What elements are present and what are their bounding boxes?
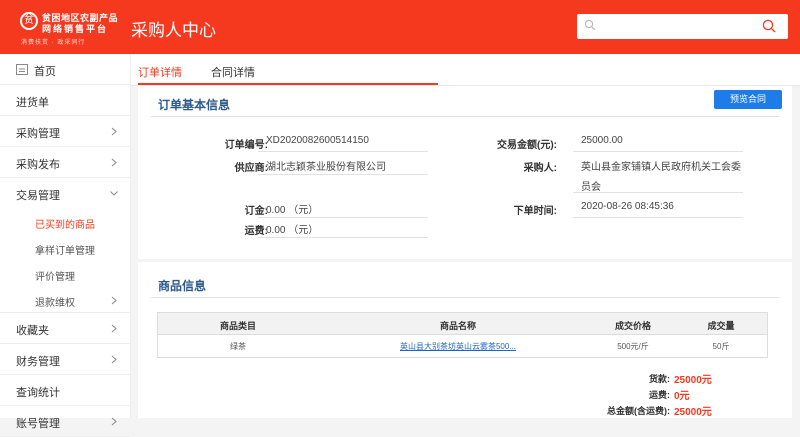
grand-total-label: 总金额(含运费): bbox=[607, 406, 670, 416]
search-icon bbox=[584, 19, 596, 31]
field-underline bbox=[258, 217, 428, 218]
shipping-total-value: 0元 bbox=[674, 391, 690, 402]
section-title: 商品信息 bbox=[158, 279, 207, 293]
tab-contract-detail[interactable]: 合同详情 bbox=[211, 64, 255, 80]
column-header-quantity: 成交量 bbox=[707, 321, 735, 331]
active-tab-indicator bbox=[138, 83, 438, 85]
sidebar-item-label: 查询统计 bbox=[16, 387, 60, 399]
grand-total-value: 25000元 bbox=[674, 407, 712, 418]
buyer-value-line1: 英山县金家铺镇人民政府机关工会委 bbox=[581, 162, 741, 173]
shipping-value: 0.00 （元） bbox=[266, 225, 319, 236]
supplier-label: 供应商: bbox=[234, 163, 268, 174]
search-icon bbox=[762, 19, 776, 33]
chevron-right-icon bbox=[111, 296, 117, 305]
divider bbox=[151, 116, 779, 117]
goods-subtotal-value: 25000元 bbox=[674, 375, 712, 386]
page-title: 采购人中心 bbox=[131, 21, 216, 40]
column-header-name: 商品名称 bbox=[439, 321, 476, 331]
chevron-right-icon bbox=[111, 417, 117, 426]
sidebar-subitem-refunds[interactable]: 退款维权 bbox=[0, 287, 130, 313]
sidebar-item-label: 采购管理 bbox=[16, 128, 60, 140]
field-underline bbox=[258, 237, 428, 238]
sidebar-item-purchase-publish[interactable]: 采购发布 bbox=[0, 147, 130, 178]
platform-logo-icon[interactable]: 贫 bbox=[20, 12, 38, 30]
amount-value: 25000.00 bbox=[581, 135, 623, 146]
deposit-label: 订金: bbox=[244, 206, 268, 217]
field-underline bbox=[258, 174, 428, 175]
cell-category: 绿茶 bbox=[230, 342, 246, 351]
sidebar-item-label: 退款维权 bbox=[35, 298, 75, 309]
chevron-down-icon bbox=[110, 191, 118, 196]
logo-text-line2[interactable]: 网络销售平台 bbox=[42, 22, 108, 35]
deposit-value: 0.00 （元） bbox=[266, 205, 319, 216]
field-underline bbox=[573, 192, 743, 193]
sidebar-item-label: 首页 bbox=[34, 66, 56, 78]
sidebar: 首页 进货单 采购管理 采购发布 交易管理 已买到的商品 拿样订单管理 评价管理… bbox=[0, 54, 131, 437]
sidebar-subitem-bought[interactable]: 已买到的商品 bbox=[0, 209, 130, 235]
sidebar-item-inbound[interactable]: 进货单 bbox=[0, 85, 130, 116]
sidebar-item-label: 进货单 bbox=[16, 97, 49, 109]
sidebar-item-home[interactable]: 首页 bbox=[0, 54, 130, 85]
sidebar-item-statistics[interactable]: 查询统计 bbox=[0, 375, 130, 406]
order-time-label: 下单时间: bbox=[513, 206, 557, 217]
top-header: 贫 贫困地区农副产品 网络销售平台 消费扶贫 · 政采同行 采购人中心 bbox=[0, 0, 800, 54]
order-number-label: 订单编号: bbox=[224, 140, 268, 151]
sidebar-item-account[interactable]: 账号管理 bbox=[0, 406, 130, 437]
chevron-right-icon bbox=[111, 158, 117, 167]
chevron-right-icon bbox=[111, 324, 117, 333]
buyer-label: 采购人: bbox=[523, 163, 557, 174]
divider bbox=[151, 297, 779, 298]
field-underline bbox=[573, 217, 743, 218]
column-header-category: 商品类目 bbox=[219, 321, 256, 331]
sidebar-item-label: 拿样订单管理 bbox=[35, 246, 95, 257]
cell-price: 500元/斤 bbox=[617, 342, 649, 351]
table-row: 绿茶 英山县大别茶坊英山云雾茶500... 500元/斤 50斤 bbox=[158, 335, 767, 357]
table-header: 商品类目 商品名称 成交价格 成交量 bbox=[158, 313, 767, 335]
product-name-link[interactable]: 英山县大别茶坊英山云雾茶500... bbox=[358, 341, 558, 352]
search-input[interactable] bbox=[601, 16, 751, 37]
sidebar-item-label: 账号管理 bbox=[16, 418, 60, 430]
sidebar-item-label: 已买到的商品 bbox=[35, 220, 95, 231]
sidebar-item-label: 交易管理 bbox=[16, 190, 60, 202]
sidebar-item-finance[interactable]: 财务管理 bbox=[0, 344, 130, 375]
goods-subtotal-label: 货款: bbox=[649, 374, 670, 384]
shipping-label: 运费: bbox=[244, 226, 268, 237]
sidebar-item-label: 评价管理 bbox=[35, 272, 75, 283]
logo-tagline: 消费扶贫 · 政采同行 bbox=[21, 40, 86, 46]
buyer-value-line2: 员会 bbox=[581, 182, 601, 193]
home-icon bbox=[16, 64, 28, 75]
sidebar-item-label: 采购发布 bbox=[16, 159, 60, 171]
section-title: 订单基本信息 bbox=[158, 98, 231, 112]
supplier-value: 湖北志颖茶业股份有限公司 bbox=[266, 162, 386, 173]
chevron-right-icon bbox=[111, 127, 117, 136]
search-button[interactable] bbox=[754, 17, 784, 36]
sidebar-subitem-sample-orders[interactable]: 拿样订单管理 bbox=[0, 235, 130, 261]
order-number-value: XD2020082600514150 bbox=[266, 135, 369, 146]
order-time-value: 2020-08-26 08:45:36 bbox=[581, 201, 674, 212]
cell-quantity: 50斤 bbox=[712, 342, 730, 351]
order-info-card: 订单基本信息 预览合同 订单编号: XD2020082600514150 交易金… bbox=[138, 86, 792, 259]
sidebar-item-favorites[interactable]: 收藏夹 bbox=[0, 313, 130, 344]
goods-table: 商品类目 商品名称 成交价格 成交量 绿茶 英山县大别茶坊英山云雾茶500...… bbox=[157, 312, 768, 358]
shipping-total-label: 运费: bbox=[649, 390, 670, 400]
column-header-price: 成交价格 bbox=[614, 321, 651, 331]
sidebar-subitem-reviews[interactable]: 评价管理 bbox=[0, 261, 130, 287]
sidebar-item-trade-management[interactable]: 交易管理 bbox=[0, 178, 130, 209]
search-box bbox=[577, 14, 788, 39]
sidebar-item-label: 收藏夹 bbox=[16, 325, 49, 337]
preview-contract-button[interactable]: 预览合同 bbox=[714, 90, 782, 109]
chevron-right-icon bbox=[111, 355, 117, 364]
tab-order-detail[interactable]: 订单详情 bbox=[138, 64, 182, 80]
detail-tabs: 订单详情 合同详情 bbox=[131, 54, 800, 86]
field-underline bbox=[258, 151, 428, 152]
goods-info-card: 商品信息 商品类目 商品名称 成交价格 成交量 绿茶 英山县大别茶坊英山云雾茶5… bbox=[138, 262, 792, 418]
amount-label: 交易金额(元): bbox=[497, 140, 557, 151]
sidebar-item-label: 财务管理 bbox=[16, 356, 60, 368]
field-underline bbox=[573, 151, 743, 152]
sidebar-item-purchase-management[interactable]: 采购管理 bbox=[0, 116, 130, 147]
